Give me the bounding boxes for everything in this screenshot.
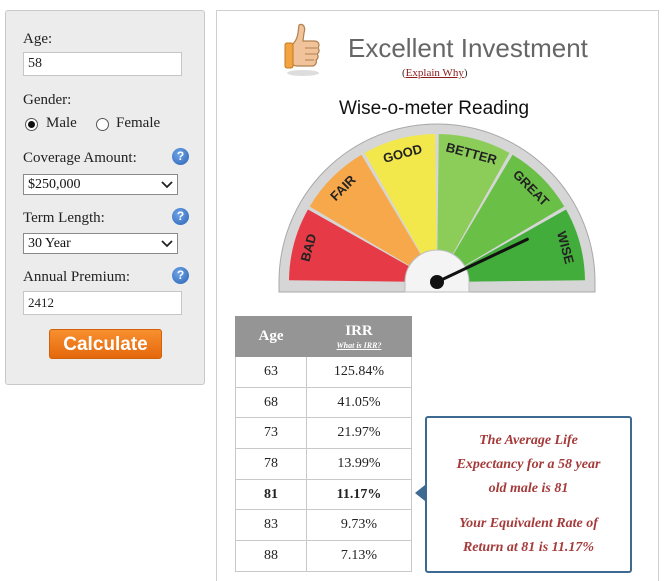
table-row: 63 125.84% (235, 356, 412, 388)
column-header-irr: IRR What is IRR? (306, 316, 412, 357)
irr-cell: 21.97% (306, 417, 412, 450)
gender-label: Gender: (23, 92, 72, 108)
callout-line-1: The Average Life (479, 433, 578, 448)
irr-cell: 11.17% (306, 478, 412, 511)
callout-line-3: old male is 81 (488, 481, 569, 496)
age-input[interactable]: 58 (23, 52, 182, 76)
needle-pivot (430, 275, 444, 289)
callout-pointer (415, 485, 425, 501)
age-cell: 83 (235, 509, 307, 542)
irr-cell: 125.84% (306, 356, 412, 388)
table-row: 73 21.97% (235, 417, 412, 450)
irr-cell: 9.73% (306, 509, 412, 542)
gender-option-male: Male (46, 115, 77, 131)
age-cell: 63 (235, 356, 307, 388)
age-cell: 81 (235, 478, 307, 511)
table-header-row: Age IRR What is IRR? (235, 316, 412, 357)
term-select[interactable]: 30 Year (23, 233, 178, 254)
table-row: 81 11.17% (235, 478, 412, 511)
age-label: Age: (23, 31, 53, 47)
chevron-down-icon (161, 181, 173, 189)
term-help-icon[interactable]: ? (172, 208, 189, 225)
wise-o-meter-gauge: BADFAIRGOOD BETTERGREATWISE (278, 123, 596, 293)
premium-help-icon[interactable]: ? (172, 267, 189, 284)
coverage-select[interactable]: $250,000 (23, 174, 178, 195)
callout-line-2: Expectancy for a 58 year (456, 457, 601, 472)
term-label: Term Length: (23, 210, 105, 226)
term-select-value: 30 Year (28, 236, 71, 251)
table-row: 68 41.05% (235, 386, 412, 419)
coverage-help-icon[interactable]: ? (172, 148, 189, 165)
table-row: 88 7.13% (235, 540, 412, 572)
callout-line-5: Return at 81 is 11.17% (462, 540, 595, 555)
coverage-select-value: $250,000 (28, 177, 81, 192)
age-cell: 78 (235, 448, 307, 480)
gender-radio-male[interactable] (25, 118, 38, 131)
premium-label: Annual Premium: (23, 269, 131, 285)
gender-radio-female[interactable] (96, 118, 109, 131)
calculator-form: Age: 58 Gender: Male Female Coverage Amo… (5, 10, 205, 385)
table-row: 83 9.73% (235, 509, 412, 542)
calculate-button[interactable]: Calculate (49, 329, 162, 359)
coverage-label: Coverage Amount: (23, 150, 137, 166)
gender-option-female: Female (116, 115, 161, 131)
result-panel: Excellent Investment (Explain Why) Wise-… (216, 10, 659, 581)
irr-table: Age IRR What is IRR? 63 125.84% 68 41.05% 73… (235, 316, 412, 572)
age-cell: 88 (235, 540, 307, 572)
callout-line-4: Your Equivalent Rate of (459, 516, 598, 531)
life-expectancy-callout: The Average Life Expectancy for a 58 yea… (425, 416, 632, 573)
what-is-irr-link[interactable]: What is IRR? (307, 341, 411, 350)
column-header-age: Age (235, 316, 307, 357)
irr-header-label: IRR (345, 323, 373, 339)
premium-input[interactable]: 2412 (23, 291, 182, 315)
age-cell: 73 (235, 417, 307, 450)
irr-cell: 41.05% (306, 386, 412, 419)
table-row: 78 13.99% (235, 448, 412, 480)
irr-cell: 13.99% (306, 448, 412, 480)
irr-cell: 7.13% (306, 540, 412, 572)
chevron-down-icon (161, 240, 173, 248)
age-cell: 68 (235, 386, 307, 419)
